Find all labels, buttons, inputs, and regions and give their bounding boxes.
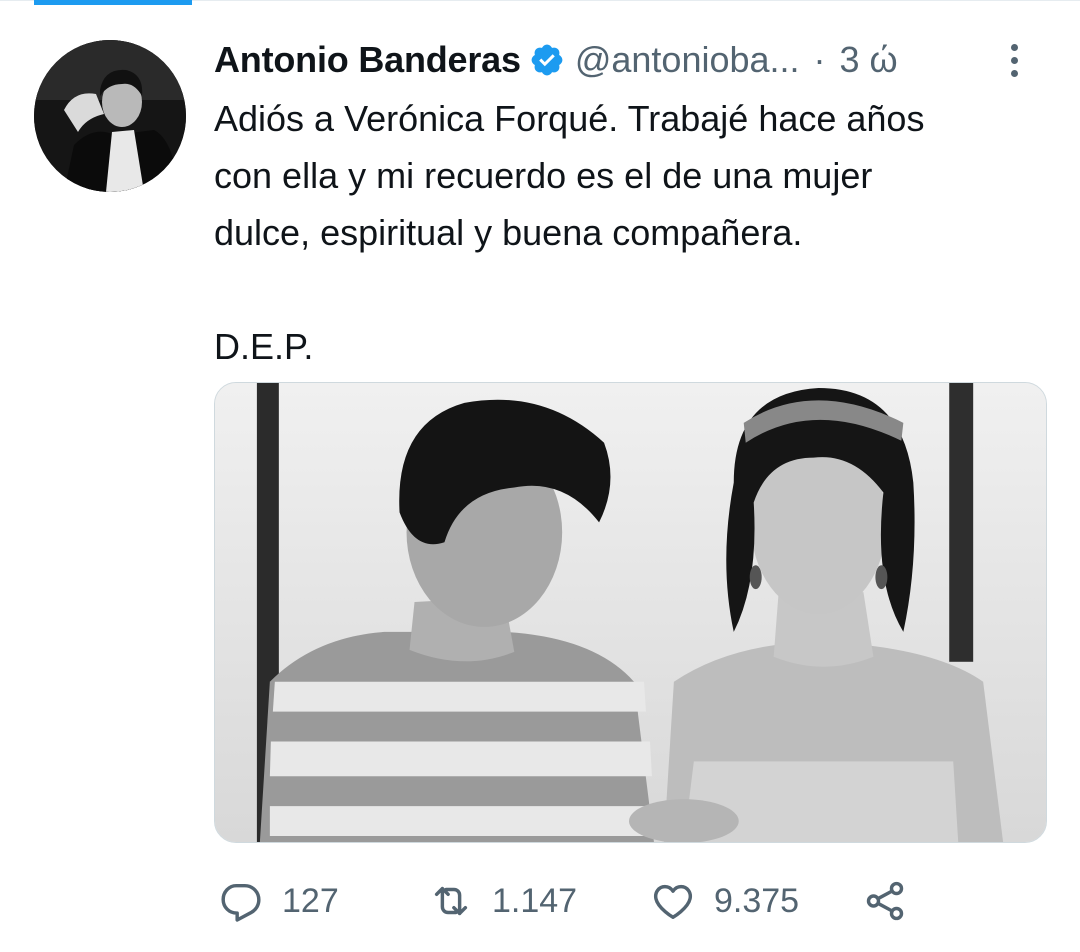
verified-badge-icon [529, 42, 565, 78]
share-button[interactable] [862, 872, 908, 930]
more-vertical-icon[interactable] [1004, 38, 1024, 82]
reply-icon [221, 883, 261, 922]
like-button[interactable]: 9.375 [650, 872, 799, 930]
tweet-header: Antonio Banderas @antonioba... · 3 ώ [214, 38, 1064, 82]
like-count: 9.375 [714, 881, 800, 920]
avatar-image [34, 40, 186, 192]
reply-button[interactable]: 127 [218, 872, 339, 930]
media-image [215, 383, 1046, 842]
avatar[interactable] [34, 40, 186, 192]
retweet-icon [434, 886, 468, 916]
tweet-actions: 127 1.147 9.375 [214, 872, 1064, 930]
tweet-media-photo[interactable] [214, 382, 1047, 843]
retweet-count: 1.147 [492, 881, 578, 920]
share-icon [866, 881, 904, 921]
retweet-button[interactable]: 1.147 [428, 872, 577, 930]
like-heart-icon [653, 884, 693, 920]
user-handle[interactable]: @antonioba... [575, 39, 800, 81]
reply-count: 127 [282, 881, 339, 920]
display-name[interactable]: Antonio Banderas [214, 39, 521, 81]
tweet-text: Adiós a Verónica Forqué. Trabajé hace añ… [214, 98, 925, 367]
tweet-timestamp[interactable]: 3 ώ [840, 39, 898, 81]
active-tab-indicator [34, 0, 192, 5]
header-separator: · [813, 39, 826, 80]
